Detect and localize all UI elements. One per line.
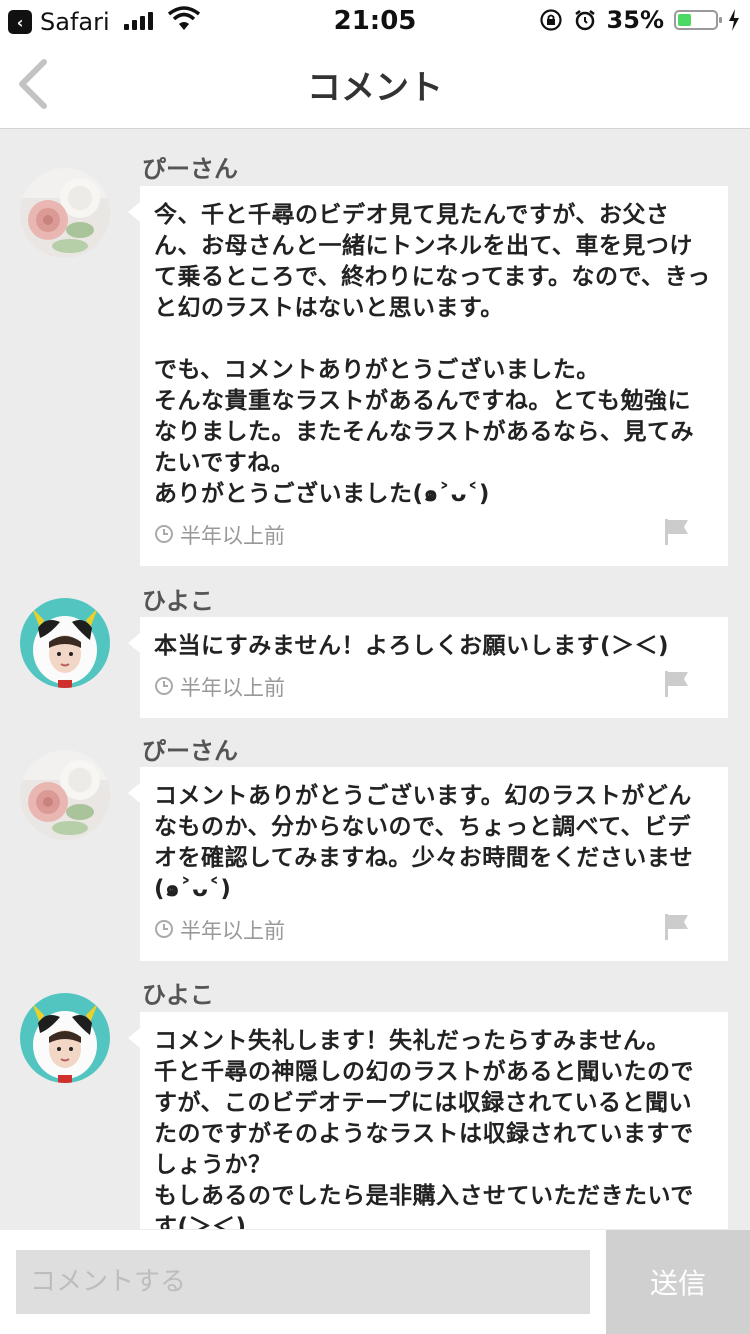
nav-bar: コメント [0, 40, 750, 129]
report-flag-icon[interactable] [664, 913, 690, 941]
comment-bubble: 今、千と千尋のビデオ見て見たんですが、お父さん、お母さんと一緒にトンネルを出て、… [128, 186, 728, 566]
page-title: コメント [307, 68, 443, 108]
comment-username: ひよこ [142, 981, 214, 1009]
report-flag-icon[interactable] [664, 518, 690, 546]
comment-text: コメント失礼します！失礼だったらすみません。 千と千尋の神隠しの幻のラストがある… [154, 1028, 695, 1229]
comment-bubble: コメントありがとうございます。幻のラストがどんなものか、分からないので、ちょっと… [128, 767, 728, 961]
comment-meta: 半年以上前 [154, 518, 714, 554]
avatar[interactable] [20, 993, 110, 1083]
comment-feed[interactable]: ぴーさん 今、千と千尋のビデオ見て見たんですが、お父さん、お母さんと一緒にトンネ… [0, 129, 750, 1229]
battery-icon [674, 10, 722, 30]
comment-meta: 半年以上前 [154, 913, 714, 949]
comment-username: ぴーさん [142, 737, 238, 765]
comment-bubble: コメント失礼します！失礼だったらすみません。 千と千尋の神隠しの幻のラストがある… [128, 1012, 728, 1229]
comment-username: ひよこ [142, 587, 214, 615]
comment-text: コメントありがとうございます。幻のラストがどんなものか、分からないので、ちょっと… [154, 783, 694, 902]
rose-avatar-image [20, 750, 110, 840]
avatar[interactable] [20, 168, 110, 258]
comment-username: ぴーさん [142, 155, 238, 183]
avatar[interactable] [20, 598, 110, 688]
rose-avatar-image [20, 168, 110, 258]
cow-costume-avatar-image [20, 598, 110, 688]
comment-time-ago: 半年以上前 [180, 676, 285, 700]
comment-text: 今、千と千尋のビデオ見て見たんですが、お父さん、お母さんと一緒にトンネルを出て、… [154, 202, 711, 507]
comment-text: 本当にすみません！よろしくお願いします(＞＜) [154, 633, 670, 659]
comment-input[interactable] [16, 1250, 590, 1314]
avatar[interactable] [20, 750, 110, 840]
clock-icon [155, 920, 173, 938]
comment-time-ago: 半年以上前 [180, 524, 285, 548]
clock-icon [155, 525, 173, 543]
alarm-icon [574, 10, 595, 31]
cow-costume-avatar-image [20, 993, 110, 1083]
comment-time-ago: 半年以上前 [180, 919, 285, 943]
comment-meta: 半年以上前 [154, 670, 714, 706]
comment-bubble: 本当にすみません！よろしくお願いします(＞＜) 半年以上前 [128, 617, 728, 718]
report-flag-icon[interactable] [664, 670, 690, 698]
send-button[interactable]: 送信 [606, 1230, 750, 1334]
comment-input-bar: 送信 [0, 1230, 750, 1334]
battery-fill [678, 14, 691, 26]
clock-icon [155, 677, 173, 695]
orientation-lock-icon [539, 9, 562, 31]
battery-percent: 35% [606, 6, 664, 34]
charging-bolt-icon [729, 9, 739, 31]
status-bar: ‹ Safari 21:05 35% [0, 0, 750, 40]
